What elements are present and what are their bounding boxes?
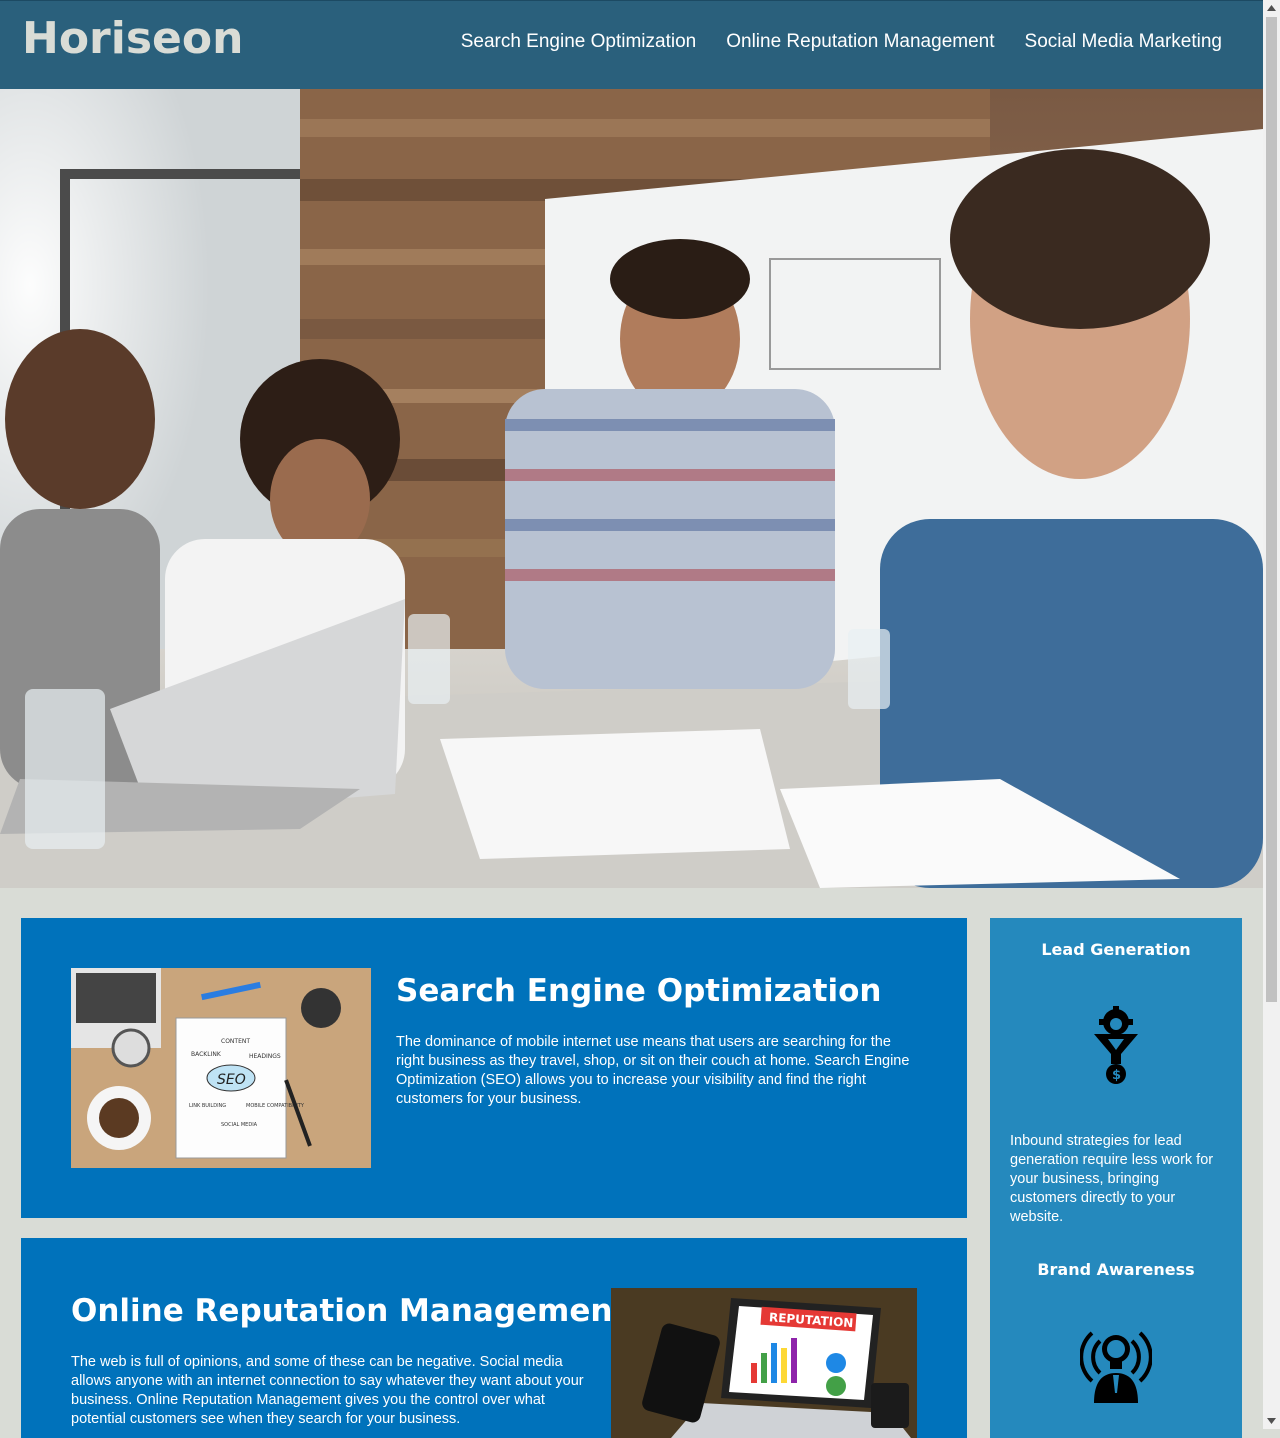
scrollbar-thumb[interactable] xyxy=(1266,17,1277,1002)
seo-image-word-headings: HEADINGS xyxy=(249,1053,281,1060)
nav-link-smm[interactable]: Social Media Marketing xyxy=(1025,31,1222,53)
orm-title: Online Reputation Management xyxy=(71,1293,628,1329)
orm-text: The web is full of opinions, and some of… xyxy=(71,1354,584,1427)
brand-awareness-icon xyxy=(1079,1323,1153,1403)
scroll-down-arrow-icon[interactable] xyxy=(1263,1412,1280,1429)
page-scrollbar[interactable] xyxy=(1263,0,1280,1429)
seo-image-illustration: CONTENT BACKLINK HEADINGS SEO LINK BUILD… xyxy=(71,968,371,1168)
site-header: Horiseon Search Engine Optimization Onli… xyxy=(0,0,1263,89)
seo-section: CONTENT BACKLINK HEADINGS SEO LINK BUILD… xyxy=(21,918,967,1218)
seo-image-word-backlink: BACKLINK xyxy=(191,1051,222,1058)
seo-image-word-social: SOCIAL MEDIA xyxy=(221,1122,258,1128)
hero-image xyxy=(0,89,1263,888)
lead-generation-title: Lead Generation xyxy=(1041,940,1191,959)
lead-generation-icon: $ xyxy=(1086,1005,1146,1086)
svg-text:$: $ xyxy=(1112,1068,1121,1083)
nav-link-seo[interactable]: Search Engine Optimization xyxy=(461,31,697,53)
benefits-sidebar: Lead Generation $ Inbound strategies for… xyxy=(990,918,1242,1438)
brand-awareness-title: Brand Awareness xyxy=(1037,1260,1195,1279)
seo-image-word-link-building: LINK BUILDING xyxy=(189,1103,226,1109)
site-logo[interactable]: Horiseon xyxy=(22,13,243,64)
orm-image-illustration: REPUTATION xyxy=(611,1288,917,1438)
orm-section: Online Reputation Management The web is … xyxy=(21,1238,967,1438)
lead-generation-text: Inbound strategies for lead generation r… xyxy=(1010,1133,1214,1225)
main-nav: Search Engine Optimization Online Reputa… xyxy=(461,31,1222,53)
seo-image-word-seo: SEO xyxy=(217,1072,246,1088)
seo-image: CONTENT BACKLINK HEADINGS SEO LINK BUILD… xyxy=(71,968,371,1168)
orm-image: REPUTATION xyxy=(611,1288,917,1438)
seo-text: The dominance of mobile internet use mea… xyxy=(396,1034,910,1107)
scroll-up-arrow-icon[interactable] xyxy=(1263,0,1280,17)
seo-title: Search Engine Optimization xyxy=(396,973,882,1009)
page: Horiseon Search Engine Optimization Onli… xyxy=(0,0,1263,1438)
hero-photo-illustration xyxy=(0,89,1263,888)
nav-link-orm[interactable]: Online Reputation Management xyxy=(726,31,994,53)
seo-image-word-content: CONTENT xyxy=(221,1038,250,1045)
